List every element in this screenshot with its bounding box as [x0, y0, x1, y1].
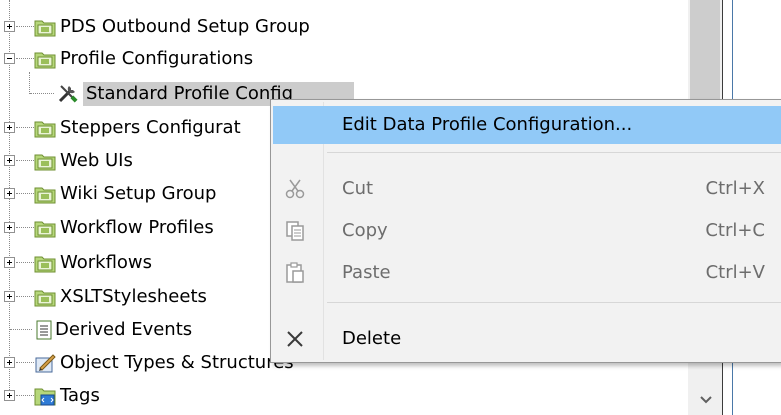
- tree-item-label: PDS Outbound Setup Group: [60, 16, 310, 37]
- folder-icon: [34, 256, 56, 273]
- tools-icon: [58, 85, 78, 103]
- menu-item-label: Paste: [342, 262, 391, 283]
- menu-item-cut[interactable]: Cut Ctrl+X: [273, 170, 781, 208]
- tree-item-steppers[interactable]: Steppers Configurat: [0, 112, 270, 144]
- menu-item-label: Delete: [342, 328, 402, 349]
- tree-item-workflows[interactable]: Workflows: [0, 247, 270, 279]
- tree-item-label: XSLTStylesheets: [60, 286, 207, 307]
- delete-icon: [287, 331, 303, 347]
- tags-icon: [34, 388, 56, 406]
- tree-item-workflow-profiles[interactable]: Workflow Profiles: [0, 212, 270, 244]
- folder-icon: [34, 52, 56, 69]
- folder-icon: [34, 20, 56, 37]
- tree-item-label: Object Types & Structures: [60, 352, 294, 373]
- menu-item-paste[interactable]: Paste Ctrl+V: [273, 254, 781, 292]
- menu-item-shortcut: Ctrl+X: [705, 178, 765, 199]
- menu-item-copy[interactable]: Copy Ctrl+C: [273, 212, 781, 250]
- folder-icon: [34, 187, 56, 204]
- tree-item-tags[interactable]: Tags: [0, 380, 270, 412]
- expand-button[interactable]: [4, 291, 15, 302]
- folder-icon: [34, 290, 56, 307]
- folder-icon: [34, 154, 56, 171]
- tree-item-wiki-setup[interactable]: Wiki Setup Group: [0, 178, 270, 210]
- expand-button[interactable]: [4, 222, 15, 233]
- tree-item-label: Steppers Configurat: [60, 117, 241, 138]
- tree-item-derived-events[interactable]: Derived Events: [0, 314, 270, 346]
- context-menu: Edit Data Profile Configuration... Cut C…: [270, 99, 781, 363]
- tree-item-profile-configurations[interactable]: Profile Configurations: [0, 43, 400, 75]
- menu-item-label: Copy: [342, 220, 388, 241]
- collapse-button[interactable]: [4, 53, 15, 64]
- expand-button[interactable]: [4, 155, 15, 166]
- menu-item-shortcut: Ctrl+V: [705, 262, 765, 283]
- tree-item-xsltstylesheets[interactable]: XSLTStylesheets: [0, 281, 270, 313]
- tree-item-label: Workflow Profiles: [60, 217, 214, 238]
- menu-separator: [327, 302, 781, 303]
- expand-button[interactable]: [4, 257, 15, 268]
- scissors-icon: [285, 179, 305, 199]
- tree-item-label: Tags: [60, 385, 100, 406]
- paste-icon: [286, 262, 304, 283]
- menu-item-shortcut: Ctrl+C: [705, 220, 765, 241]
- tree-item-label: Wiki Setup Group: [60, 183, 217, 204]
- menu-item-label: Edit Data Profile Configuration...: [342, 114, 633, 135]
- tree-item-label: Profile Configurations: [60, 48, 254, 69]
- folder-icon: [34, 121, 56, 138]
- tree-item-web-uis[interactable]: Web UIs: [0, 145, 270, 177]
- menu-item-label: Cut: [342, 178, 374, 199]
- menu-item-delete[interactable]: Delete: [273, 320, 781, 358]
- expand-button[interactable]: [4, 21, 15, 32]
- expand-button[interactable]: [4, 188, 15, 199]
- tree-item-pds-outbound[interactable]: PDS Outbound Setup Group: [0, 11, 400, 43]
- tree-item-label: Web UIs: [60, 150, 133, 171]
- expand-button[interactable]: [4, 390, 15, 401]
- menu-item-edit-data-profile-configuration[interactable]: Edit Data Profile Configuration...: [273, 106, 781, 144]
- menu-separator: [327, 152, 781, 153]
- tree-item-label: Workflows: [60, 252, 153, 273]
- expand-button[interactable]: [4, 122, 15, 133]
- object-types-icon: [35, 354, 56, 373]
- copy-icon: [286, 221, 304, 241]
- expand-button[interactable]: [4, 357, 15, 368]
- scroll-down-icon[interactable]: [697, 391, 715, 409]
- tree-item-label: Derived Events: [55, 319, 193, 340]
- folder-icon: [34, 221, 56, 238]
